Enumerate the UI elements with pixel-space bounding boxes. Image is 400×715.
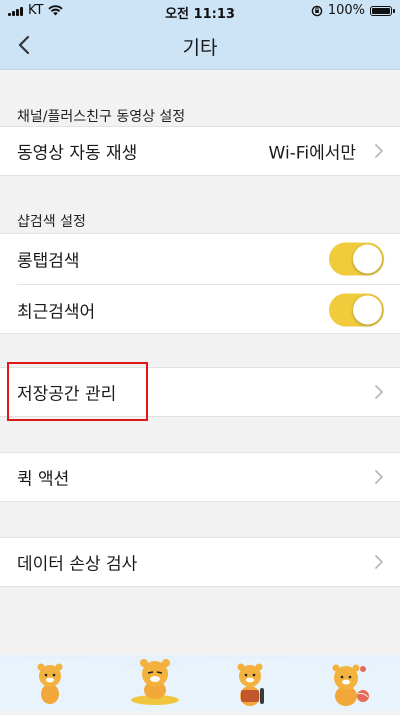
quick-action-row[interactable]: 퀵 액션 [0, 452, 400, 502]
data-corruption-check-label: 데이터 손상 검사 [17, 554, 138, 575]
data-corruption-check-row[interactable]: 데이터 손상 검사 [0, 537, 400, 587]
battery-icon [370, 5, 395, 16]
section-header-sharp-search: 샵검색 설정 [17, 214, 86, 230]
recent-search-toggle[interactable] [329, 293, 384, 326]
section-header-channel-video: 채널/플러스친구 동영상 설정 [17, 109, 186, 125]
header: KT 오전 11:13 100% 기타 [0, 0, 400, 70]
ryan-surfing-icon [131, 659, 179, 705]
auto-play-video-value: Wi-Fi에서만 [268, 143, 356, 164]
toggle-knob [353, 244, 382, 274]
battery-percent: 100% [327, 3, 365, 18]
quick-action-label: 퀵 액션 [17, 469, 70, 490]
recent-search-label: 최근검색어 [17, 302, 96, 322]
nav-bar: 기타 [0, 22, 400, 69]
chevron-right-icon [375, 385, 383, 399]
toggle-knob [353, 295, 382, 324]
ryan-reading-icon [237, 663, 264, 706]
page-title: 기타 [182, 37, 218, 59]
long-tap-search-row: 롱탭검색 [0, 234, 400, 284]
long-tap-search-label: 롱탭검색 [17, 251, 80, 272]
highlight-box [7, 362, 148, 421]
ryan-yarn-icon [332, 664, 369, 706]
ryan-character-icon [37, 663, 63, 704]
long-tap-search-toggle[interactable] [329, 242, 384, 276]
chevron-right-icon [375, 470, 383, 484]
auto-play-video-label: 동영상 자동 재생 [17, 143, 138, 164]
search-settings-group: 롱탭검색 최근검색어 [0, 233, 400, 334]
status-bar: KT 오전 11:13 100% [0, 0, 400, 22]
chevron-right-icon [375, 144, 383, 158]
auto-play-video-row[interactable]: 동영상 자동 재생 Wi-Fi에서만 [0, 126, 400, 176]
recent-search-row: 최근검색어 [0, 285, 400, 334]
chevron-right-icon [375, 555, 383, 569]
orientation-lock-icon [311, 5, 323, 16]
